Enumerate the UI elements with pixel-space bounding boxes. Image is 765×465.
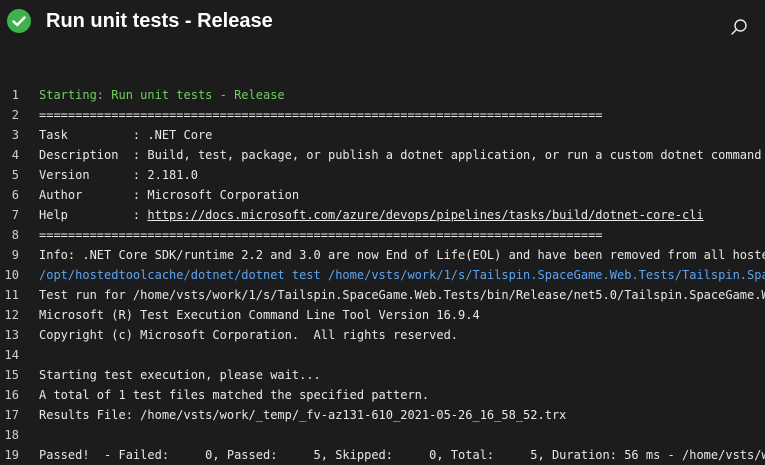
line-number[interactable]: 16 — [0, 385, 19, 405]
log-line: 16 A total of 1 test files matched the sp… — [0, 385, 765, 405]
log-line: 14 — [0, 345, 765, 365]
log-line-text: Info: .NET Core SDK/runtime 2.2 and 3.0 … — [39, 245, 765, 265]
log-line: 13 Copyright (c) Microsoft Corporation. A… — [0, 325, 765, 345]
log-line-text: Copyright (c) Microsoft Corporation. All… — [39, 325, 458, 345]
line-number[interactable]: 8 — [0, 225, 19, 245]
log-segment: ========================================… — [39, 228, 603, 242]
log-segment: Starting test execution, please wait... — [39, 368, 321, 382]
log-segment: Copyright (c) Microsoft Corporation. All… — [39, 328, 459, 342]
log-line-text: ========================================… — [39, 225, 603, 245]
task-header: Run unit tests - Release — [0, 0, 765, 44]
log-line: 2 =======================================… — [0, 105, 765, 125]
line-number[interactable]: 14 — [0, 345, 19, 365]
check-circle-icon — [7, 9, 31, 33]
log-line-text: Version : 2.181.0 — [39, 165, 198, 185]
log-segment: /opt/hostedtoolcache/dotnet/dotnet test … — [39, 268, 765, 282]
log-line: 8 =======================================… — [0, 225, 765, 245]
log-segment: Task : .NET Core — [39, 128, 213, 142]
log-line: 3 Task : .NET Core — [0, 125, 765, 145]
log-line: 12 Microsoft (R) Test Execution Command L… — [0, 305, 765, 325]
log-segment: Starting: Run unit tests - Release — [39, 88, 285, 102]
log-line: 1 Starting: Run unit tests - Release — [0, 85, 765, 105]
log-line: 19 Passed! - Failed: 0, Passed: 5, Skippe… — [0, 445, 765, 465]
log-output: 1 Starting: Run unit tests - Release 2 ====… — [0, 85, 765, 465]
log-line-text: Help : https://docs.microsoft.com/azure/… — [39, 205, 704, 225]
page-title: Run unit tests - Release — [46, 10, 273, 32]
log-line-text: Description : Build, test, package, or p… — [39, 145, 761, 165]
search-icon[interactable] — [728, 16, 750, 38]
log-line-text: ========================================… — [39, 105, 603, 125]
log-line-text: Test run for /home/vsts/work/1/s/Tailspi… — [39, 285, 765, 305]
line-number[interactable]: 19 — [0, 445, 19, 465]
line-number[interactable]: 9 — [0, 245, 19, 265]
line-number[interactable]: 17 — [0, 405, 19, 425]
log-line-text: Starting: Run unit tests - Release — [39, 85, 285, 105]
log-segment: Version : 2.181.0 — [39, 168, 198, 182]
log-segment: Help : — [39, 208, 148, 222]
line-number[interactable]: 4 — [0, 145, 19, 165]
log-line-text: Results File: /home/vsts/work/_temp/_fv-… — [39, 405, 566, 425]
log-segment: Info: .NET Core SDK/runtime 2.2 and 3.0 … — [39, 248, 765, 262]
log-segment: Passed! - Failed: 0, Passed: 5, Skipped:… — [39, 448, 765, 462]
log-line-text: A total of 1 test files matched the spec… — [39, 385, 429, 405]
log-line-text: Author : Microsoft Corporation — [39, 185, 299, 205]
log-line: 4 Description : Build, test, package, or … — [0, 145, 765, 165]
log-line: 15 Starting test execution, please wait..… — [0, 365, 765, 385]
line-number[interactable]: 3 — [0, 125, 19, 145]
log-line: 11 Test run for /home/vsts/work/1/s/Tails… — [0, 285, 765, 305]
line-number[interactable]: 1 — [0, 85, 19, 105]
log-line: 9 Info: .NET Core SDK/runtime 2.2 and 3.0… — [0, 245, 765, 265]
log-line-text: Starting test execution, please wait... — [39, 365, 321, 385]
log-line: 10/opt/hostedtoolcache/dotnet/dotnet tes… — [0, 265, 765, 285]
log-line: 5 Version : 2.181.0 — [0, 165, 765, 185]
line-number[interactable]: 2 — [0, 105, 19, 125]
line-number[interactable]: 5 — [0, 165, 19, 185]
log-segment: Test run for /home/vsts/work/1/s/Tailspi… — [39, 288, 765, 302]
line-number[interactable]: 18 — [0, 425, 19, 445]
line-number[interactable]: 7 — [0, 205, 19, 225]
log-segment: ========================================… — [39, 108, 603, 122]
line-number[interactable]: 10 — [0, 265, 19, 285]
line-number[interactable]: 11 — [0, 285, 19, 305]
help-link[interactable]: https://docs.microsoft.com/azure/devops/… — [147, 208, 703, 222]
log-line-text: Passed! - Failed: 0, Passed: 5, Skipped:… — [39, 445, 765, 465]
log-segment: Results File: /home/vsts/work/_temp/_fv-… — [39, 408, 567, 422]
line-number[interactable]: 13 — [0, 325, 19, 345]
log-line: 18 — [0, 425, 765, 445]
log-segment: Description : Build, test, package, or p… — [39, 148, 762, 162]
log-line-text: Task : .NET Core — [39, 125, 212, 145]
log-segment: Microsoft (R) Test Execution Command Lin… — [39, 308, 480, 322]
log-viewer: Run unit tests - Release 1 Starting: Run … — [0, 0, 765, 465]
line-number[interactable]: 6 — [0, 185, 19, 205]
log-line-text: /opt/hostedtoolcache/dotnet/dotnet test … — [39, 265, 765, 285]
log-line: 17 Results File: /home/vsts/work/_temp/_f… — [0, 405, 765, 425]
log-segment: Author : Microsoft Corporation — [39, 188, 300, 202]
log-line-text: Microsoft (R) Test Execution Command Lin… — [39, 305, 480, 325]
line-number[interactable]: 15 — [0, 365, 19, 385]
log-line: 6 Author : Microsoft Corporation — [0, 185, 765, 205]
line-number[interactable]: 12 — [0, 305, 19, 325]
log-segment: A total of 1 test files matched the spec… — [39, 388, 430, 402]
log-line: 7 Help : https://docs.microsoft.com/azure… — [0, 205, 765, 225]
